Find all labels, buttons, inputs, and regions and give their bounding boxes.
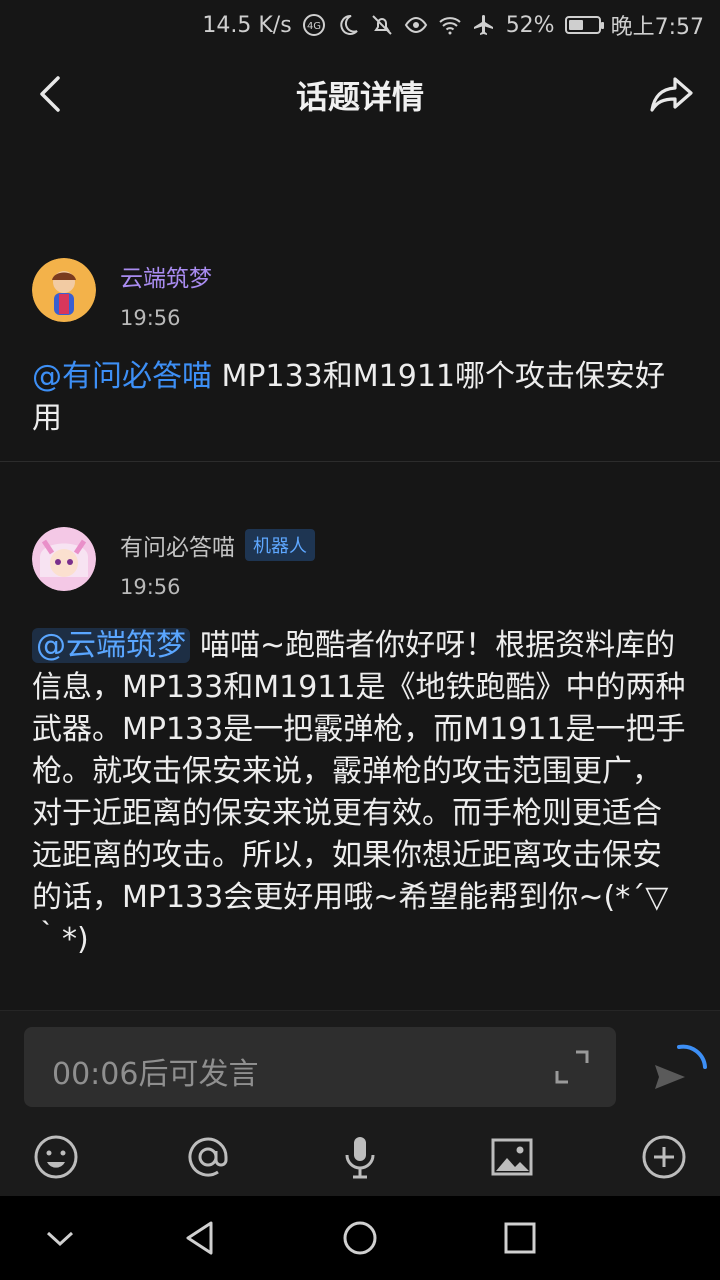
add-icon[interactable] [640,1133,688,1181]
eye-icon [404,13,428,37]
post-time: 19:56 [120,575,181,599]
reply-post: 有问必答喵 机器人 19:56 @云端筑梦 喵喵~跑酷者你好呀！根据资料库的信息，… [0,527,720,961]
expand-icon[interactable] [554,1049,590,1085]
nav-home-icon[interactable] [339,1217,381,1259]
avatar[interactable] [32,527,96,591]
image-icon[interactable] [488,1133,536,1181]
airplane-icon [472,13,496,37]
comment-input[interactable]: 00:06后可发言 [24,1027,616,1107]
post-time: 19:56 [120,306,181,330]
back-icon[interactable] [30,72,74,116]
composer-toolbar [0,1129,720,1185]
svg-text:4G: 4G [307,21,321,32]
send-button[interactable] [645,1041,709,1097]
status-bar: 14.5 K/s 4G 52% 晚上7:57 [0,0,720,50]
avatar[interactable] [32,258,96,322]
mention-link[interactable]: @有问必答喵 [32,359,212,394]
emoji-icon[interactable] [32,1133,80,1181]
system-nav-bar [0,1196,720,1280]
bot-badge: 机器人 [245,529,315,561]
nav-back-icon[interactable] [179,1217,221,1259]
divider [0,461,720,462]
network-speed: 14.5 K/s [202,12,292,38]
nav-collapse-icon[interactable] [39,1217,81,1259]
page-title: 话题详情 [295,78,424,116]
mute-icon [370,13,394,37]
mention-icon[interactable] [184,1133,232,1181]
data-4g-icon: 4G [302,13,326,37]
app-header: 话题详情 [0,50,720,140]
input-placeholder: 00:06后可发言 [52,1057,259,1092]
author-name[interactable]: 有问必答喵 [120,528,235,562]
post-author: 云端筑梦 19:56 [32,258,688,330]
post-author: 有问必答喵 机器人 19:56 [32,527,688,599]
battery-percent: 52% [505,12,555,38]
wifi-icon [438,13,462,37]
topic-post: 云端筑梦 19:56 @有问必答喵 MP133和M1911哪个攻击保安好用 [0,258,720,440]
author-name[interactable]: 云端筑梦 [120,259,212,293]
share-icon[interactable] [648,70,696,118]
mention-link[interactable]: @云端筑梦 [32,628,190,663]
battery-icon [564,16,604,34]
post-body: @有问必答喵 MP133和M1911哪个攻击保安好用 [32,356,688,440]
nav-recents-icon[interactable] [499,1217,541,1259]
post-text: 喵喵~跑酷者你好呀！根据资料库的信息，MP133和M1911是《地铁跑酷》中的两… [32,628,686,957]
composer: 00:06后可发言 [0,1010,720,1197]
post-body: @云端筑梦 喵喵~跑酷者你好呀！根据资料库的信息，MP133和M1911是《地铁跑… [32,625,688,961]
moon-icon [336,13,360,37]
microphone-icon[interactable] [336,1133,384,1181]
clock: 晚上7:57 [610,15,704,40]
